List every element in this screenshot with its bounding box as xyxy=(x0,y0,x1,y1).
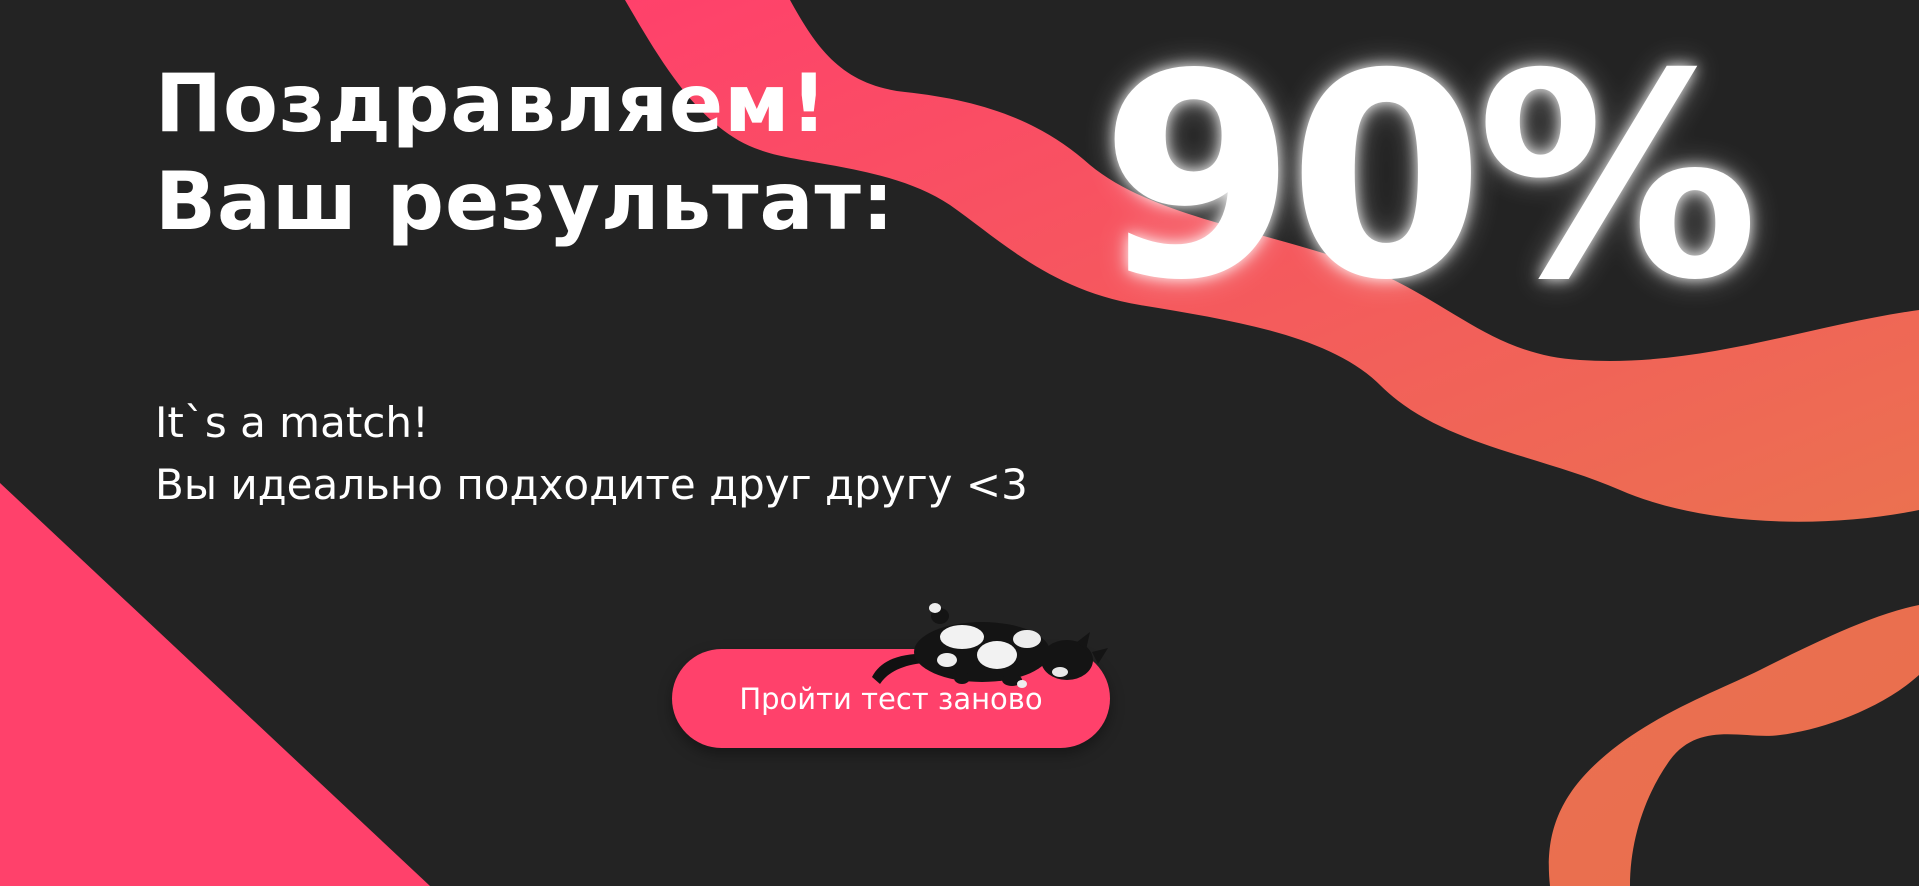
result-percentage: 90% xyxy=(1100,13,1759,342)
corner-ribbon-shape xyxy=(1548,605,1919,886)
left-triangle-shape xyxy=(0,483,430,886)
headline-line-1: Поздравляем! xyxy=(155,57,828,150)
cat-image xyxy=(872,603,1108,688)
match-text: Вы идеально подходите друг другу <3 xyxy=(155,460,1028,509)
result-description: It`s a match! Вы идеально подходите друг… xyxy=(155,392,1028,516)
page-title: Поздравляем! Ваш результат: xyxy=(155,55,895,251)
result-page: Поздравляем! Ваш результат: 90% It`s a m… xyxy=(0,0,1919,886)
match-title: It`s a match! xyxy=(155,398,429,447)
headline-line-2: Ваш результат: xyxy=(155,155,895,248)
